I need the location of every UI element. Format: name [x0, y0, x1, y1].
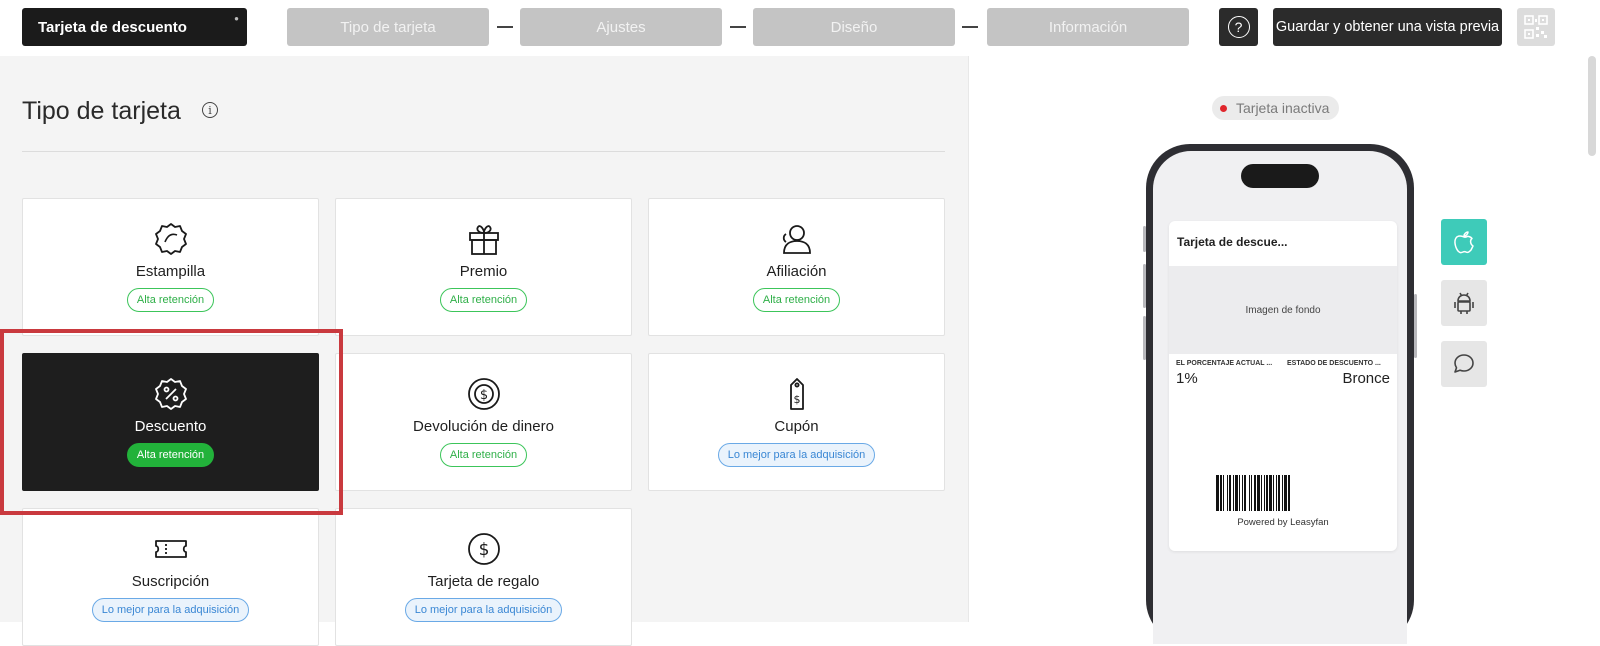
acquisition-badge: Lo mejor para la adquisición: [91, 598, 250, 622]
step-separator: [962, 26, 978, 28]
retention-badge: Alta retención: [439, 288, 528, 312]
card-type-cashback[interactable]: $ Devolución de dinero Alta retención: [335, 353, 632, 491]
card-type-reward[interactable]: Premio Alta retención: [335, 198, 632, 336]
divider: [22, 151, 945, 152]
powered-by-label: Powered by Leasyfan: [1237, 517, 1329, 528]
qr-code-icon: [1524, 15, 1548, 39]
pass-field-label: ESTADO DE DESCUENTO ...: [1287, 360, 1381, 367]
status-label: Tarjeta inactiva: [1236, 100, 1330, 116]
help-button[interactable]: ?: [1219, 8, 1258, 46]
info-icon[interactable]: i: [202, 102, 218, 118]
apple-preview-button[interactable]: [1441, 219, 1487, 265]
card-type-name: Estampilla: [135, 263, 206, 280]
membership-icon: [779, 221, 815, 257]
card-type-name: Afiliación: [766, 263, 827, 280]
step-design[interactable]: Diseño: [753, 8, 955, 46]
step-information[interactable]: Información: [987, 8, 1189, 46]
card-type-discount[interactable]: Descuento Alta retención: [22, 353, 319, 491]
chat-icon: [1454, 354, 1474, 373]
apple-icon: [1454, 231, 1474, 254]
card-type-coupon[interactable]: $ Cupón Lo mejor para la adquisición: [648, 353, 945, 491]
unsaved-dot-icon: ●: [234, 14, 239, 23]
pass-field-value: 1%: [1176, 370, 1198, 387]
gift-icon: [466, 221, 502, 257]
status-dot-icon: [1220, 104, 1227, 112]
card-type-name: Devolución de dinero: [413, 418, 554, 435]
android-preview-button[interactable]: [1441, 280, 1487, 326]
step-separator: [730, 26, 746, 28]
save-preview-button[interactable]: Guardar y obtener una vista previa: [1273, 8, 1502, 46]
card-name-button[interactable]: Tarjeta de descuento ●: [22, 8, 247, 46]
question-icon: ?: [1227, 16, 1250, 38]
preview-panel: Tarjeta inactiva Tarjeta de descue... Im…: [968, 56, 1600, 644]
svg-text:$: $: [479, 388, 487, 403]
phone-mockup: Tarjeta de descue... Imagen de fondo EL …: [1143, 144, 1417, 644]
phone-side-button: [1414, 294, 1417, 358]
status-badge: Tarjeta inactiva: [1212, 96, 1340, 120]
phone-side-button: [1143, 226, 1146, 252]
acquisition-badge: Lo mejor para la adquisición: [717, 443, 876, 467]
card-type-name: Suscripción: [131, 573, 210, 590]
card-type-gift-card[interactable]: $ Tarjeta de regalo Lo mejor para la adq…: [335, 508, 632, 646]
barcode: [1216, 475, 1350, 511]
discount-icon: [153, 376, 189, 412]
cashback-icon: $: [466, 376, 502, 412]
card-type-subscription[interactable]: Suscripción Lo mejor para la adquisición: [22, 508, 319, 646]
svg-text:$: $: [478, 540, 489, 560]
messenger-preview-button[interactable]: [1441, 341, 1487, 387]
card-type-stamp[interactable]: Estampilla Alta retención: [22, 198, 319, 336]
step-separator: [497, 26, 513, 28]
pass-background-image: Imagen de fondo: [1169, 266, 1397, 354]
dollar-icon: $: [466, 531, 502, 567]
card-name-label: Tarjeta de descuento: [38, 18, 187, 36]
card-type-name: Cupón: [774, 418, 819, 435]
step-card-type[interactable]: Tipo de tarjeta: [287, 8, 489, 46]
phone-side-button: [1143, 316, 1146, 360]
retention-badge: Alta retención: [439, 443, 528, 467]
acquisition-badge: Lo mejor para la adquisición: [404, 598, 563, 622]
page-title: Tipo de tarjeta: [22, 97, 181, 125]
android-icon: [1454, 292, 1474, 314]
pass-field-label: EL PORCENTAJE ACTUAL ...: [1176, 360, 1273, 367]
step-settings[interactable]: Ajustes: [520, 8, 722, 46]
card-type-name: Tarjeta de regalo: [427, 573, 540, 590]
barcode-bar: [1290, 475, 1291, 511]
phone-screen: Tarjeta de descue... Imagen de fondo EL …: [1153, 151, 1407, 644]
card-type-panel: Tipo de tarjeta i Estampilla Alta retenc…: [0, 56, 968, 646]
ticket-icon: [153, 531, 189, 567]
phone-side-button: [1143, 264, 1146, 308]
retention-badge: Alta retención: [126, 443, 215, 467]
wallet-pass: Tarjeta de descue... Imagen de fondo EL …: [1169, 221, 1397, 551]
retention-badge: Alta retención: [752, 288, 841, 312]
coupon-icon: $: [779, 376, 815, 412]
card-type-name: Premio: [459, 263, 508, 280]
pass-field-value: Bronce: [1342, 370, 1390, 387]
svg-text:$: $: [793, 393, 800, 406]
pass-title: Tarjeta de descue...: [1177, 235, 1288, 249]
card-type-membership[interactable]: Afiliación Alta retención: [648, 198, 945, 336]
retention-badge: Alta retención: [126, 288, 215, 312]
stamp-icon: [153, 221, 189, 257]
phone-notch: [1241, 164, 1319, 188]
top-bar: Tarjeta de descuento ● Tipo de tarjeta A…: [0, 0, 1600, 56]
card-type-name: Descuento: [134, 418, 207, 435]
qr-code-button[interactable]: [1517, 8, 1555, 46]
scrollbar[interactable]: [1588, 56, 1596, 156]
